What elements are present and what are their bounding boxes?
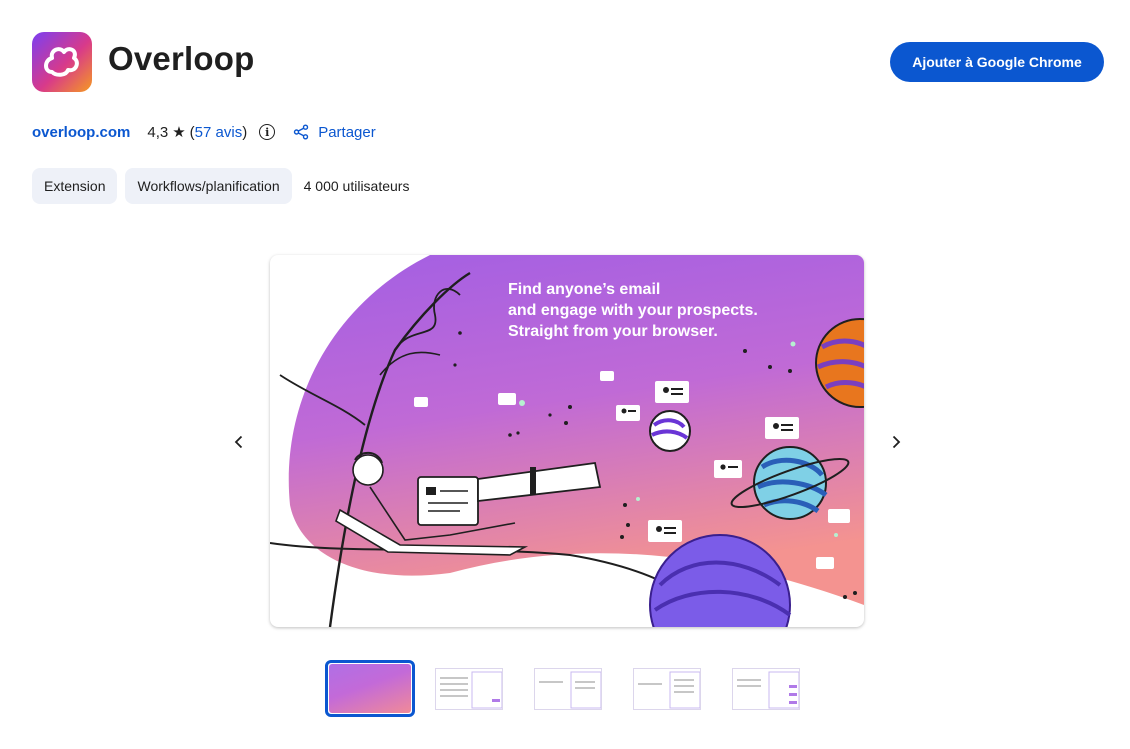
- share-button[interactable]: Partager: [293, 124, 376, 141]
- site-link[interactable]: overloop.com: [32, 124, 130, 141]
- app-logo-icon: [32, 32, 92, 92]
- chevron-left-icon: [234, 435, 243, 449]
- thumbnail-5[interactable]: [721, 660, 811, 717]
- thumbnail-4[interactable]: [622, 660, 712, 717]
- meta-row: overloop.com 4,3 ★ (57 avis) i Partager: [32, 120, 376, 144]
- reviews: (57 avis): [189, 123, 248, 141]
- promo-headline: Find anyone’s email and engage with your…: [508, 281, 758, 340]
- add-to-chrome-button[interactable]: Ajouter à Google Chrome: [890, 42, 1104, 82]
- chip-extension[interactable]: Extension: [32, 168, 118, 204]
- reviews-link[interactable]: 57 avis: [195, 124, 243, 141]
- star-icon: ★: [172, 124, 186, 141]
- carousel-next-button[interactable]: [882, 428, 910, 456]
- user-count: 4 000 utilisateurs: [303, 178, 410, 194]
- main-screenshot[interactable]: Find anyone’s email and engage with your…: [270, 255, 864, 627]
- info-icon[interactable]: i: [259, 124, 276, 140]
- thumbnail-strip: [325, 660, 820, 717]
- share-icon: [294, 124, 309, 140]
- share-label: Partager: [318, 123, 376, 141]
- carousel-prev-button[interactable]: [225, 428, 253, 456]
- thumbnail-3[interactable]: [523, 660, 613, 717]
- rating-value: 4,3: [147, 123, 169, 141]
- app-title: Overloop: [108, 40, 255, 77]
- category-chips: Extension Workflows/planification 4 000 …: [32, 168, 409, 204]
- chip-workflows[interactable]: Workflows/planification: [125, 168, 292, 204]
- thumbnail-2[interactable]: [424, 660, 514, 717]
- chevron-right-icon: [892, 435, 901, 449]
- thumbnail-1[interactable]: [325, 660, 415, 717]
